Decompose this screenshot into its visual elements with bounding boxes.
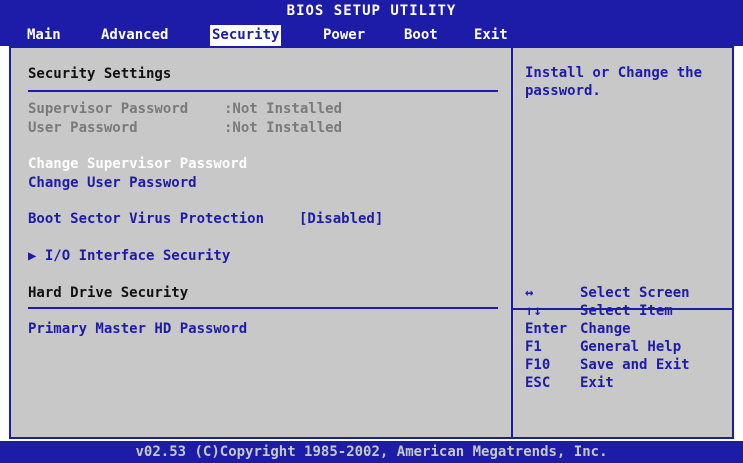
top-bar: BIOS SETUP UTILITY Main Advanced Securit… (0, 0, 743, 46)
help-text-line1: Install or Change the (525, 65, 703, 81)
supervisor-password-label: Supervisor Password (28, 101, 189, 117)
key-f1-label: General Help (580, 339, 682, 355)
key-select-screen-icon: ↔ (525, 285, 534, 301)
key-f1: F1 (525, 339, 542, 355)
copyright-footer: v02.53 (C)Copyright 1985-2002, American … (0, 441, 743, 463)
settings-pane: Security Settings Supervisor Password :N… (11, 48, 511, 437)
key-select-screen-label: Select Screen (580, 285, 690, 301)
key-f10-label: Save and Exit (580, 357, 690, 373)
supervisor-password-value: :Not Installed (224, 101, 343, 117)
help-text-line2: password. (525, 83, 601, 99)
change-user-password[interactable]: Change User Password (28, 174, 197, 192)
key-select-item-label: Select Item (580, 303, 673, 319)
tab-power[interactable]: Power (321, 25, 367, 46)
tab-exit[interactable]: Exit (472, 25, 510, 46)
help-pane: Install or Change the password. ↔ Select… (513, 48, 732, 437)
key-enter: Enter (525, 321, 568, 337)
main-panel: Security Settings Supervisor Password :N… (9, 46, 734, 439)
tab-boot[interactable]: Boot (402, 25, 440, 46)
key-f10: F10 (525, 357, 551, 373)
security-settings-title: Security Settings (28, 66, 172, 82)
key-select-item-icon: ↑↓ (525, 303, 542, 319)
tab-advanced[interactable]: Advanced (99, 25, 170, 46)
hard-drive-security-title: Hard Drive Security (28, 285, 189, 301)
io-interface-security[interactable]: ▶ I/O Interface Security (28, 247, 230, 265)
user-password-label: User Password (28, 120, 138, 136)
boot-sector-virus-protection[interactable]: Boot Sector Virus Protection (28, 210, 264, 228)
boot-sector-value[interactable]: [Disabled] (299, 210, 383, 228)
hard-drive-divider (28, 307, 498, 309)
user-password-value: :Not Installed (224, 120, 343, 136)
primary-master-hd-password[interactable]: Primary Master HD Password (28, 320, 247, 338)
key-enter-label: Change (580, 321, 631, 337)
key-esc: ESC (525, 375, 551, 391)
menu-bar: Main Advanced Security Power Boot Exit (0, 25, 743, 46)
section-divider (28, 90, 498, 92)
tab-main[interactable]: Main (25, 25, 63, 46)
change-supervisor-password[interactable]: Change Supervisor Password (28, 155, 247, 173)
key-esc-label: Exit (580, 375, 614, 391)
tab-security[interactable]: Security (210, 25, 282, 46)
bios-title: BIOS SETUP UTILITY (286, 3, 457, 19)
